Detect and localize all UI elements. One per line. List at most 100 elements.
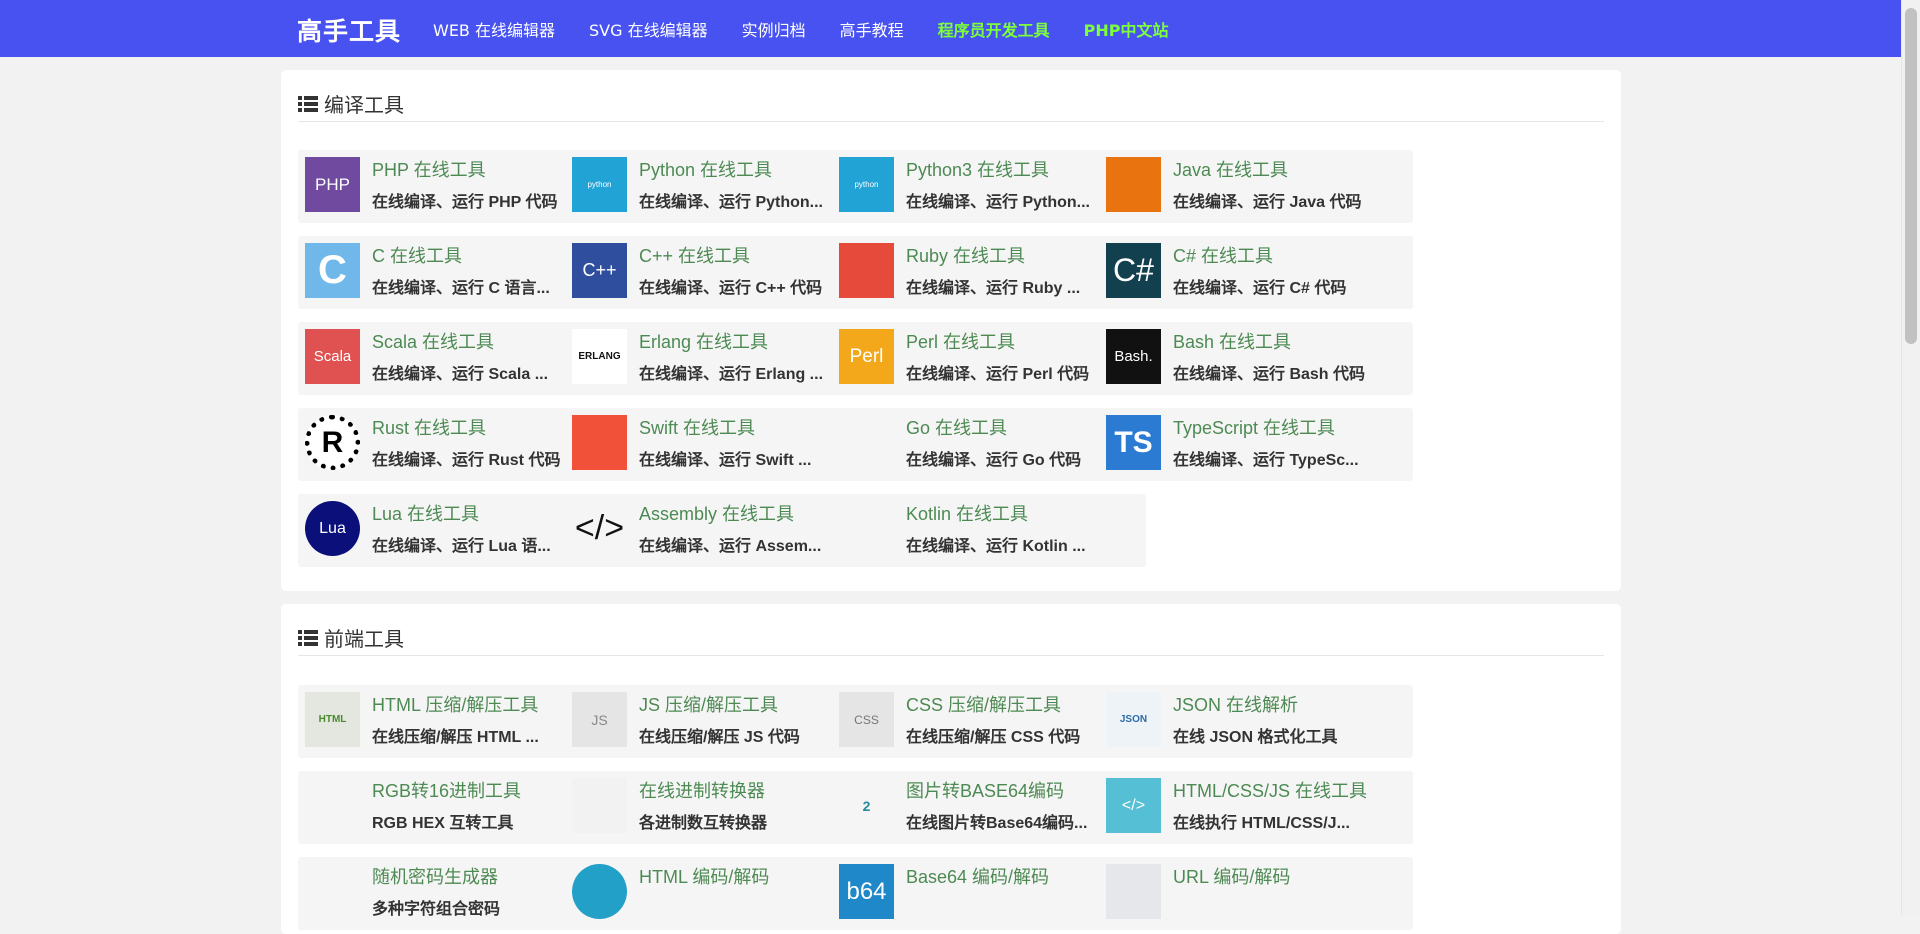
binary-icon [572, 778, 627, 833]
tool-title[interactable]: Python 在线工具 [639, 156, 772, 182]
tool-title[interactable]: 图片转BASE64编码 [906, 777, 1064, 803]
csharp-icon: C# [1106, 243, 1161, 298]
nav-svg-editor[interactable]: SVG 在线编辑器 [589, 17, 708, 41]
tool-title[interactable]: Lua 在线工具 [372, 500, 479, 526]
key-icon [305, 864, 360, 919]
tool-title[interactable]: Erlang 在线工具 [639, 328, 768, 354]
tool-card[interactable]: Bash. Bash 在线工具 在线编译、运行 Bash 代码 [1099, 322, 1413, 395]
kotlin-icon [839, 501, 894, 556]
tool-description: 在线编译、运行 PHP 代码 [372, 194, 558, 211]
monitor-icon [572, 864, 627, 919]
go-icon [839, 415, 894, 470]
nav-web-editor[interactable]: WEB 在线编辑器 [433, 17, 555, 41]
tool-title[interactable]: Base64 编码/解码 [906, 863, 1049, 889]
tool-description: 在线编译、运行 Rust 代码 [372, 452, 561, 469]
frontend-tools-section: 前端工具 HTML HTML 压缩/解压工具 在线压缩/解压 HTML ... JS J… [281, 604, 1621, 934]
section-header: 编译工具 [298, 86, 1604, 122]
tool-description: 在线编译、运行 Lua 语... [372, 538, 551, 555]
tool-card[interactable]: C# C# 在线工具在线编译、运行 C# 代码 [1099, 236, 1413, 309]
tool-title[interactable]: C 在线工具 [372, 242, 462, 268]
tool-description: 在线编译、运行 Kotlin ... [906, 538, 1086, 555]
tool-description: 在线编译、运行 Java 代码 [1173, 194, 1362, 211]
tool-description: 在线编译、运行 C++ 代码 [639, 280, 823, 297]
tool-title[interactable]: Java 在线工具 [1173, 156, 1288, 182]
tool-description: 各进制数互转换器 [639, 815, 768, 832]
tool-title[interactable]: PHP 在线工具 [372, 156, 486, 182]
tool-card[interactable]: TS TypeScript 在线工具 在线编译、运行 TypeSc... [1099, 408, 1413, 481]
erlang-icon: ERLANG [572, 329, 627, 384]
tool-title[interactable]: URL 编码/解码 [1173, 863, 1290, 889]
tool-description: 在线编译、运行 Go 代码 [906, 452, 1082, 469]
tool-card[interactable]: </> HTML/CSS/JS 在线工具 在线执行 HTML/CSS/J... [1099, 771, 1413, 844]
tool-title[interactable]: Kotlin 在线工具 [906, 500, 1028, 526]
tool-title[interactable]: HTML/CSS/JS 在线工具 [1173, 777, 1367, 803]
tool-title[interactable]: Assembly 在线工具 [639, 500, 794, 526]
tool-title[interactable]: Scala 在线工具 [372, 328, 494, 354]
tool-title[interactable]: Perl 在线工具 [906, 328, 1015, 354]
php-icon: PHP [305, 157, 360, 212]
rgb-cubes-icon [305, 778, 360, 833]
tool-description: 在线 JSON 格式化工具 [1173, 729, 1338, 746]
tool-title[interactable]: RGB转16进制工具 [372, 777, 521, 803]
tool-title[interactable]: CSS 压缩/解压工具 [906, 691, 1061, 717]
gears-icon: 2 [839, 778, 894, 833]
tool-title[interactable]: 在线进制转换器 [639, 777, 765, 803]
page-scrollbar[interactable] [1901, 0, 1920, 915]
cpp-icon: C++ [572, 243, 627, 298]
section-header: 前端工具 [298, 620, 1604, 656]
tool-title[interactable]: Python3 在线工具 [906, 156, 1049, 182]
tool-card[interactable]: Kotlin 在线工具在线编译、运行 Kotlin ... [832, 494, 1146, 567]
c-icon: C [305, 243, 360, 298]
tool-description: 在线压缩/解压 CSS 代码 [906, 729, 1081, 746]
tool-description: 在线编译、运行 Scala ... [372, 366, 549, 383]
section-title: 编译工具 [324, 93, 404, 117]
tool-title[interactable]: 随机密码生成器 [372, 863, 498, 889]
base64-icon: b64 [839, 864, 894, 919]
tool-card[interactable]: URL 编码/解码 [1099, 857, 1413, 930]
tool-description: 在线编译、运行 C# 代码 [1173, 280, 1347, 297]
lua-icon: Lua [305, 501, 360, 556]
tool-title[interactable]: Rust 在线工具 [372, 414, 486, 440]
tool-title[interactable]: Swift 在线工具 [639, 414, 755, 440]
nav-tutorials[interactable]: 高手教程 [840, 17, 904, 41]
tool-description: 在线编译、运行 Swift ... [639, 452, 812, 469]
java-icon [1106, 157, 1161, 212]
python-icon: python [839, 157, 894, 212]
tool-description: 在线编译、运行 Ruby ... [906, 280, 1081, 297]
tool-description: 在线压缩/解压 HTML ... [372, 729, 539, 746]
tool-title[interactable]: HTML 压缩/解压工具 [372, 691, 538, 717]
tool-title[interactable]: HTML 编码/解码 [639, 863, 769, 889]
top-navbar: 高手工具 WEB 在线编辑器 SVG 在线编辑器 实例归档 高手教程 程序员开发… [0, 0, 1902, 57]
python-icon: python [572, 157, 627, 212]
tool-title[interactable]: Ruby 在线工具 [906, 242, 1025, 268]
scrollbar-thumb[interactable] [1905, 8, 1917, 344]
tool-title[interactable]: TypeScript 在线工具 [1173, 414, 1335, 440]
bash-icon: Bash. [1106, 329, 1161, 384]
tool-description: 在线编译、运行 Perl 代码 [906, 366, 1090, 383]
json-file-icon: JSON [1106, 692, 1161, 747]
tool-description: 在线编译、运行 Python... [639, 194, 824, 211]
tool-description: 在线执行 HTML/CSS/J... [1173, 815, 1350, 832]
ruby-icon [839, 243, 894, 298]
swift-icon [572, 415, 627, 470]
tool-description: 在线编译、运行 C 语言... [372, 280, 550, 297]
tool-card[interactable]: JSON JSON 在线解析在线 JSON 格式化工具 [1099, 685, 1413, 758]
tool-description: 在线编译、运行 Erlang ... [639, 366, 824, 383]
brand-logo[interactable]: 高手工具 [297, 12, 401, 48]
tool-title[interactable]: C# 在线工具 [1173, 242, 1273, 268]
nav-php-site[interactable]: PHP中文站 [1084, 17, 1169, 41]
tool-title[interactable]: Go 在线工具 [906, 414, 1007, 440]
tool-description: 在线编译、运行 Python... [906, 194, 1091, 211]
tool-description: 在线编译、运行 Assem... [639, 538, 822, 555]
nav-examples[interactable]: 实例归档 [742, 17, 806, 41]
tool-title[interactable]: Bash 在线工具 [1173, 328, 1291, 354]
tool-title[interactable]: JSON 在线解析 [1173, 691, 1298, 717]
tool-title[interactable]: C++ 在线工具 [639, 242, 750, 268]
compile-tools-section: 编译工具 PHP PHP 在线工具在线编译、运行 PHP 代码 python Pyth… [281, 70, 1621, 591]
tool-description: 在线图片转Base64编码... [906, 815, 1088, 832]
tool-description: 在线压缩/解压 JS 代码 [639, 729, 800, 746]
tool-title[interactable]: JS 压缩/解压工具 [639, 691, 778, 717]
tool-card[interactable]: Java 在线工具在线编译、运行 Java 代码 [1099, 150, 1413, 223]
nav-dev-tools[interactable]: 程序员开发工具 [938, 17, 1050, 41]
perl-icon: Perl [839, 329, 894, 384]
